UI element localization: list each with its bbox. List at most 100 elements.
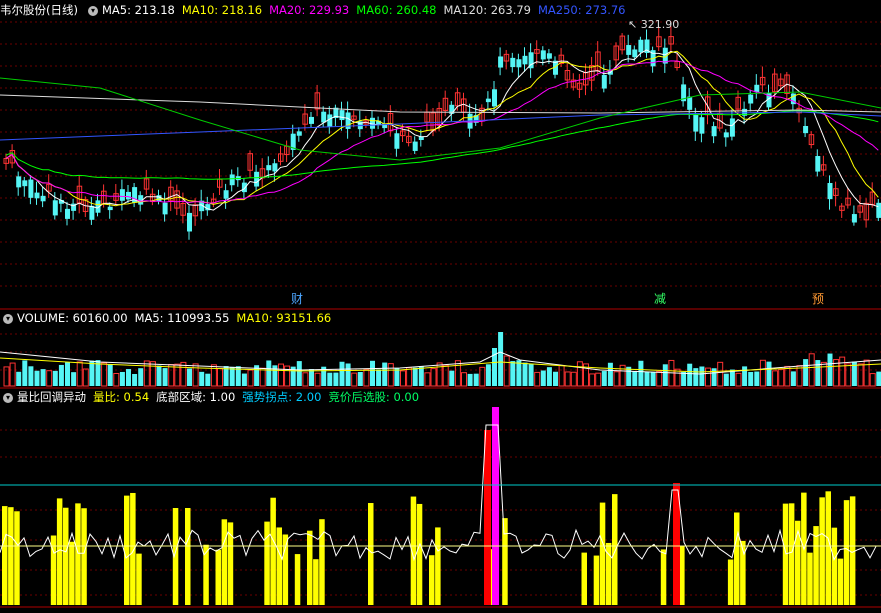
- volume-bar: [351, 372, 358, 387]
- volume-bar: [516, 360, 522, 386]
- chevron-down-icon[interactable]: ▾: [3, 393, 13, 403]
- candle-down: [729, 118, 735, 137]
- candle-down: [754, 84, 760, 93]
- volume-bar: [418, 366, 424, 386]
- volume-bar: [180, 361, 187, 387]
- volume-value: VOLUME: 60160.00: [17, 311, 128, 325]
- indicator-bar: [63, 507, 69, 605]
- volume-bar: [247, 369, 254, 387]
- indicator-pane-header: ▾ 量比回调异动 量比: 0.54 底部区域: 1.00 强势拐点: 2.00 竞价后选股…: [0, 389, 426, 405]
- volume-bar: [217, 367, 223, 387]
- indicator-bar: [734, 512, 740, 605]
- volume-bar: [454, 360, 461, 387]
- volume-bar: [113, 372, 120, 387]
- volume-bar: [528, 363, 534, 386]
- volume-bar: [595, 372, 602, 387]
- volume-bar: [558, 365, 565, 387]
- event-marker-finance[interactable]: 财: [291, 292, 303, 306]
- volume-bar: [357, 371, 363, 386]
- bottom-zone-value: 底部区域: 1.00: [156, 390, 236, 404]
- volume-bar: [168, 364, 175, 387]
- volume-bar: [839, 356, 846, 387]
- indicator-bar: [130, 492, 136, 605]
- volume-bar: [498, 332, 504, 386]
- indicator-bar: [837, 558, 844, 605]
- candle-down: [803, 126, 809, 134]
- volume-bar: [387, 363, 394, 387]
- volume-bar: [759, 359, 766, 387]
- volume-bar: [138, 368, 144, 386]
- indicator-bar: [270, 497, 276, 605]
- volume-bar: [723, 373, 729, 386]
- stock-chart[interactable]: [0, 0, 881, 613]
- volume-bar: [553, 371, 558, 386]
- indicator-bar: [81, 508, 87, 605]
- volume-bar: [485, 364, 491, 386]
- volume-bar: [259, 367, 266, 387]
- volume-bar: [693, 368, 699, 386]
- volume-bar: [156, 365, 162, 386]
- volume-bar: [644, 371, 650, 386]
- volume-bar: [89, 360, 95, 386]
- volume-bar: [632, 371, 638, 386]
- volume-bar: [278, 363, 284, 387]
- indicator-bar: [416, 503, 423, 605]
- candle-down: [687, 96, 693, 110]
- volume-bar: [681, 371, 687, 386]
- candle-down: [851, 214, 857, 223]
- volume-bar: [126, 369, 131, 386]
- candle-down: [412, 141, 418, 151]
- candle-down: [119, 189, 125, 201]
- volume-bar: [132, 373, 138, 386]
- volume-bar: [76, 361, 83, 387]
- indicator-bar: [69, 541, 75, 605]
- volume-bar: [742, 366, 748, 386]
- candle-down: [626, 45, 632, 55]
- indicator-bar: [221, 519, 228, 605]
- volume-ma10-value: MA10: 93151.66: [236, 311, 332, 325]
- volume-bar: [192, 363, 199, 387]
- volume-bar: [796, 365, 803, 387]
- indicator-bar: [136, 553, 142, 605]
- volume-bar: [107, 364, 113, 386]
- chevron-down-icon[interactable]: ▾: [3, 314, 13, 324]
- indicator-bar-strong: [484, 430, 491, 605]
- candle-down: [40, 195, 46, 202]
- indicator-bar: [294, 554, 301, 605]
- indicator-bar: [502, 518, 508, 605]
- candle-down: [546, 53, 552, 59]
- indicator-bars: [0, 407, 881, 605]
- volume-bar: [229, 366, 235, 386]
- volume-bar: [149, 361, 156, 387]
- volume-bar: [382, 362, 388, 386]
- ma10-value: MA10: 218.16: [181, 3, 263, 17]
- volume-bar: [778, 368, 785, 387]
- volume-bar: [412, 367, 418, 386]
- volume-bar: [820, 361, 827, 387]
- ma5-value: MA5: 213.18: [101, 3, 175, 17]
- volume-bar: [674, 368, 681, 387]
- event-marker-forecast[interactable]: 预: [812, 292, 824, 306]
- volume-bar: [473, 373, 479, 386]
- indicator-bar: [593, 555, 600, 605]
- candle-down: [723, 132, 729, 138]
- candle-down: [827, 183, 833, 200]
- volume-bar: [187, 368, 192, 386]
- volume-pane-header: ▾ VOLUME: 60160.00 MA5: 110993.55 MA10: 931…: [0, 310, 338, 326]
- volume-bar: [327, 372, 333, 386]
- volume-bar: [71, 372, 77, 386]
- indicator-bar: [14, 511, 20, 605]
- volume-bar: [430, 368, 437, 387]
- volume-bar: [687, 363, 693, 386]
- volume-bar: [650, 372, 656, 386]
- chevron-down-icon[interactable]: ▾: [87, 6, 98, 16]
- volume-bars: [0, 332, 881, 387]
- indicator-bar: [185, 508, 191, 605]
- indicator-bar: [264, 521, 270, 605]
- volume-bar: [345, 363, 351, 386]
- volume-bar: [28, 366, 34, 386]
- event-marker-reduce[interactable]: 减: [654, 292, 666, 306]
- volume-bar: [424, 372, 431, 387]
- moving-average-lines: [0, 49, 881, 211]
- candle-down: [693, 114, 699, 132]
